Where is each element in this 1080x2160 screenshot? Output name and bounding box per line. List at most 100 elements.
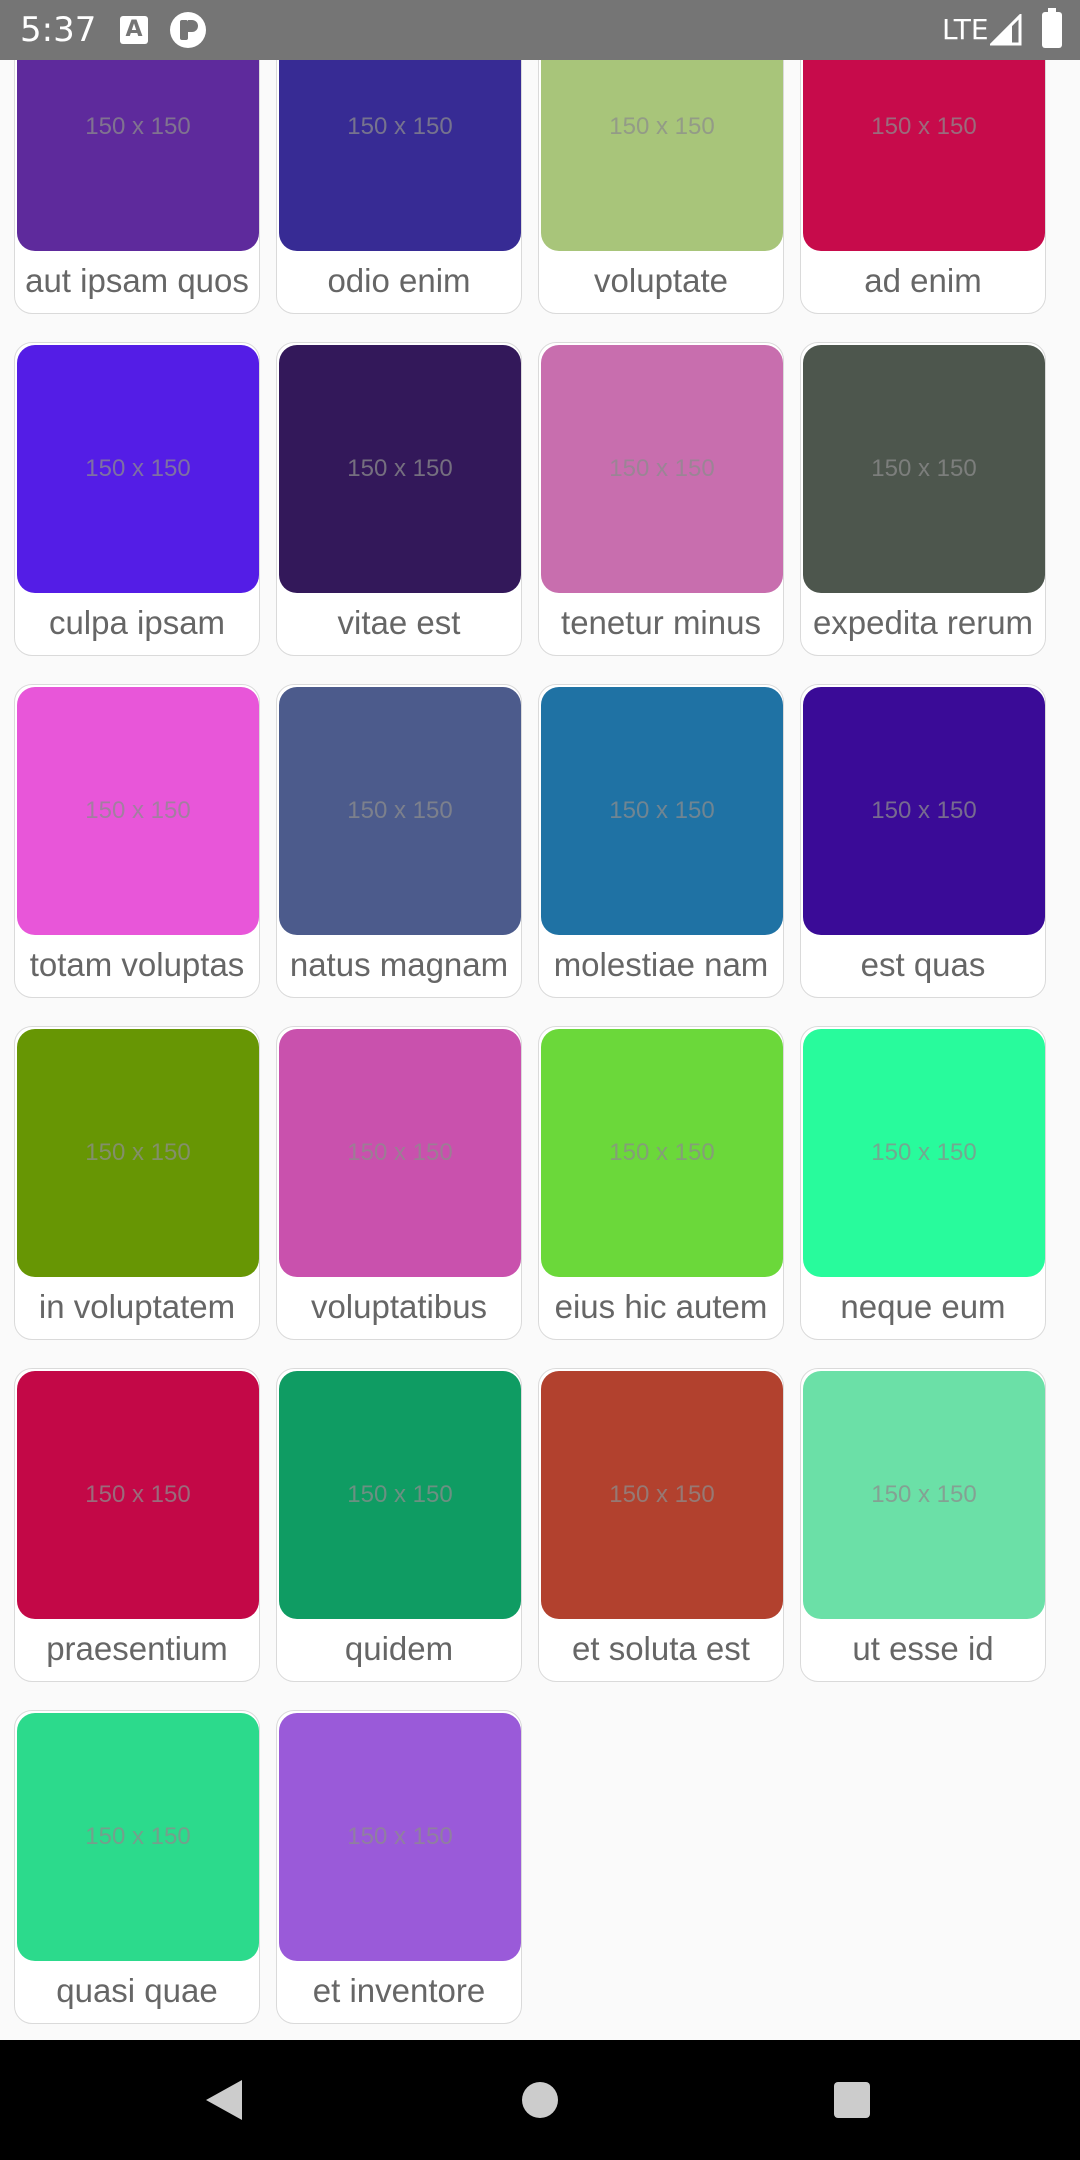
placeholder-text: 150 x 150 <box>347 1481 453 1508</box>
card-image: 150 x 150 <box>17 345 259 593</box>
card-image: 150 x 150 <box>279 1713 521 1961</box>
placeholder-text: 150 x 150 <box>347 797 453 824</box>
card-label: in voluptatem <box>38 1288 236 1325</box>
card-image: 150 x 150 <box>17 1713 259 1961</box>
card-image: 150 x 150 <box>803 60 1045 251</box>
placeholder-text: 150 x 150 <box>85 113 191 140</box>
card-image: 150 x 150 <box>541 60 783 251</box>
navigation-bar <box>0 2040 1080 2160</box>
card-label: voluptate <box>594 262 728 299</box>
card-label: neque eum <box>840 1288 1006 1325</box>
keyboard-a-icon: A <box>120 16 148 44</box>
grid-card[interactable]: 150 x 150 expedita rerum <box>800 342 1046 656</box>
card-grid: 150 x 150 aut ipsam quos 150 x 150 odio eni… <box>14 60 1066 2024</box>
grid-card[interactable]: 150 x 150 ad enim <box>800 60 1046 314</box>
card-image: 150 x 150 <box>279 1029 521 1277</box>
card-label: odio enim <box>327 262 471 299</box>
card-label: et inventore <box>312 1972 486 2009</box>
placeholder-text: 150 x 150 <box>871 455 977 482</box>
grid-card[interactable]: 150 x 150 molestiae nam <box>538 684 784 998</box>
card-label: aut ipsam quos <box>25 262 249 299</box>
placeholder-text: 150 x 150 <box>871 1139 977 1166</box>
recents-icon[interactable] <box>834 2082 870 2118</box>
card-image: 150 x 150 <box>17 687 259 935</box>
card-image: 150 x 150 <box>541 1029 783 1277</box>
card-label: vitae est <box>337 604 461 641</box>
card-image: 150 x 150 <box>17 60 259 251</box>
placeholder-text: 150 x 150 <box>347 455 453 482</box>
grid-card[interactable]: 150 x 150 praesentium <box>14 1368 260 1682</box>
back-icon[interactable] <box>206 2080 242 2120</box>
placeholder-text: 150 x 150 <box>85 1481 191 1508</box>
grid-card[interactable]: 150 x 150 totam voluptas <box>14 684 260 998</box>
card-label: quasi quae <box>56 1972 218 2009</box>
card-image: 150 x 150 <box>803 687 1045 935</box>
grid-card[interactable]: 150 x 150 quasi quae <box>14 1710 260 2024</box>
placeholder-text: 150 x 150 <box>85 797 191 824</box>
placeholder-text: 150 x 150 <box>347 1823 453 1850</box>
grid-card[interactable]: 150 x 150 eius hic autem <box>538 1026 784 1340</box>
placeholder-text: 150 x 150 <box>85 1139 191 1166</box>
card-label: et soluta est <box>572 1630 750 1667</box>
grid-card[interactable]: 150 x 150 vitae est <box>276 342 522 656</box>
network-type: LTE <box>942 13 989 46</box>
card-label: molestiae nam <box>553 946 769 983</box>
grid-card[interactable]: 150 x 150 culpa ipsam <box>14 342 260 656</box>
grid-card[interactable]: 150 x 150 natus magnam <box>276 684 522 998</box>
placeholder-text: 150 x 150 <box>347 1139 453 1166</box>
card-image: 150 x 150 <box>803 1371 1045 1619</box>
card-label: praesentium <box>46 1630 228 1667</box>
placeholder-text: 150 x 150 <box>871 113 977 140</box>
grid-card[interactable]: 150 x 150 in voluptatem <box>14 1026 260 1340</box>
card-image: 150 x 150 <box>541 1371 783 1619</box>
grid-card[interactable]: 150 x 150 tenetur minus <box>538 342 784 656</box>
card-image: 150 x 150 <box>279 60 521 251</box>
grid-card[interactable]: 150 x 150 et soluta est <box>538 1368 784 1682</box>
grid-card[interactable]: 150 x 150 odio enim <box>276 60 522 314</box>
card-label: natus magnam <box>289 946 509 983</box>
placeholder-text: 150 x 150 <box>609 1481 715 1508</box>
card-label: expedita rerum <box>812 604 1034 641</box>
battery-icon <box>1042 8 1062 48</box>
card-label: voluptatibus <box>310 1288 488 1325</box>
grid-card[interactable]: 150 x 150 ut esse id <box>800 1368 1046 1682</box>
placeholder-text: 150 x 150 <box>609 113 715 140</box>
card-label: est quas <box>860 946 986 983</box>
placeholder-text: 150 x 150 <box>85 1823 191 1850</box>
placeholder-text: 150 x 150 <box>85 455 191 482</box>
card-label: ut esse id <box>852 1630 994 1667</box>
card-label: ad enim <box>864 262 982 299</box>
grid-card[interactable]: 150 x 150 et inventore <box>276 1710 522 2024</box>
grid-card[interactable]: 150 x 150 neque eum <box>800 1026 1046 1340</box>
card-image: 150 x 150 <box>279 345 521 593</box>
status-time: 5:37 <box>20 10 97 50</box>
card-label: tenetur minus <box>561 604 761 641</box>
home-icon[interactable] <box>522 2082 558 2118</box>
placeholder-text: 150 x 150 <box>871 797 977 824</box>
card-image: 150 x 150 <box>541 345 783 593</box>
grid-card[interactable]: 150 x 150 quidem <box>276 1368 522 1682</box>
placeholder-text: 150 x 150 <box>609 455 715 482</box>
card-image: 150 x 150 <box>803 345 1045 593</box>
card-image: 150 x 150 <box>541 687 783 935</box>
grid-card[interactable]: 150 x 150 aut ipsam quos <box>14 60 260 314</box>
card-grid-scroll[interactable]: 150 x 150 aut ipsam quos 150 x 150 odio eni… <box>0 60 1080 2040</box>
grid-card[interactable]: 150 x 150 voluptate <box>538 60 784 314</box>
card-image: 150 x 150 <box>279 687 521 935</box>
placeholder-text: 150 x 150 <box>347 113 453 140</box>
card-image: 150 x 150 <box>17 1029 259 1277</box>
card-label: eius hic autem <box>554 1288 768 1325</box>
card-label: culpa ipsam <box>48 604 226 641</box>
status-bar: 5:37 A LTE <box>0 0 1080 60</box>
card-image: 150 x 150 <box>803 1029 1045 1277</box>
placeholder-text: 150 x 150 <box>871 1481 977 1508</box>
grid-card[interactable]: 150 x 150 voluptatibus <box>276 1026 522 1340</box>
card-label: totam voluptas <box>29 946 245 983</box>
placeholder-text: 150 x 150 <box>609 797 715 824</box>
card-image: 150 x 150 <box>279 1371 521 1619</box>
app-p-icon <box>170 12 206 48</box>
signal-icon <box>990 14 1022 46</box>
card-label: quidem <box>344 1630 454 1667</box>
placeholder-text: 150 x 150 <box>609 1139 715 1166</box>
grid-card[interactable]: 150 x 150 est quas <box>800 684 1046 998</box>
